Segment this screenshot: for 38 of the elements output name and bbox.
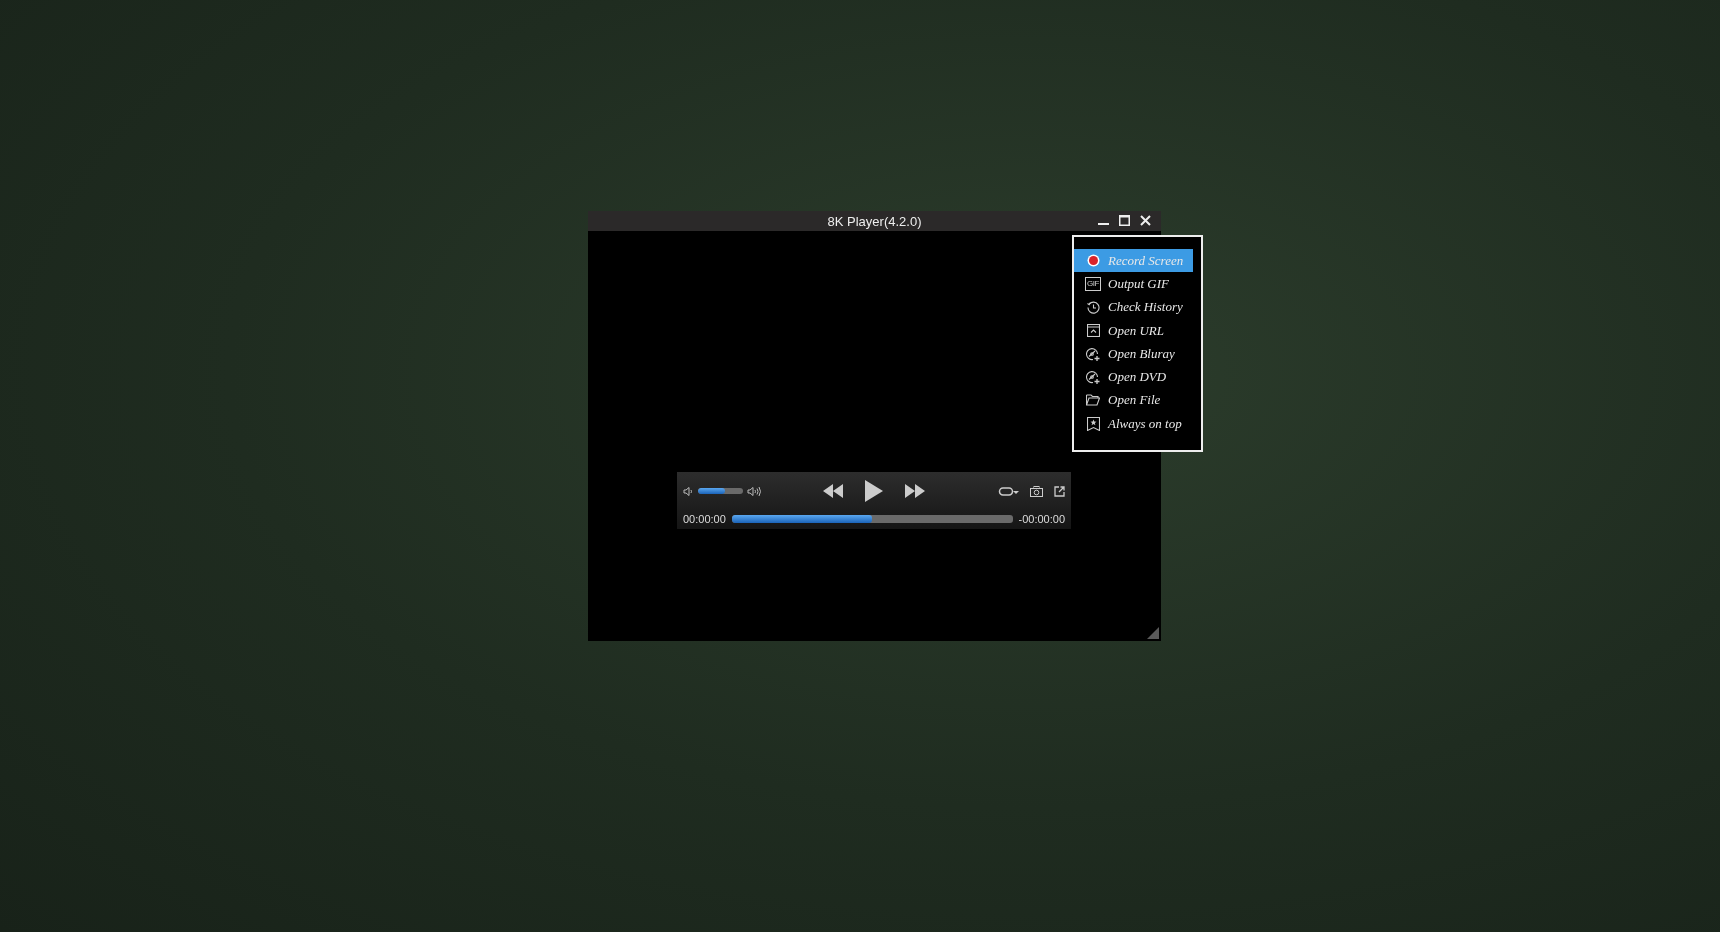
resize-grip-icon[interactable] [1147, 627, 1159, 639]
menu-item-label: Always on top [1108, 415, 1182, 432]
menu-item-label: Check History [1108, 299, 1183, 316]
loop-icon[interactable] [997, 485, 1019, 497]
record-icon [1086, 254, 1100, 268]
volume-high-icon[interactable] [747, 485, 763, 497]
menu-item[interactable]: Open File [1074, 388, 1193, 413]
disc-icon [1086, 370, 1100, 385]
menu-item[interactable]: Open URL [1074, 318, 1193, 343]
menu-item[interactable]: Check History [1074, 295, 1193, 319]
menu-item[interactable]: Open DVD [1074, 365, 1193, 389]
remaining-time: -00:00:00 [1018, 513, 1065, 525]
play-icon[interactable] [865, 480, 883, 502]
menu-item-label: Open Bluray [1108, 345, 1175, 362]
rewind-icon[interactable] [823, 484, 843, 498]
menu-item[interactable]: GIF Output GIF [1074, 272, 1193, 296]
menu-item-label: Open DVD [1108, 369, 1167, 386]
gif-icon: GIF [1085, 276, 1101, 291]
menu-item-label: Record Screen [1108, 252, 1184, 269]
camera-icon[interactable] [1030, 485, 1043, 497]
popout-icon[interactable] [1054, 485, 1065, 497]
menu-item-label: Open File [1108, 392, 1161, 409]
fast-forward-icon[interactable] [905, 484, 925, 498]
window-title: 8K Player(4.2.0) [827, 213, 922, 229]
menu-item[interactable]: Open Bluray [1074, 342, 1193, 366]
folder-icon [1086, 394, 1100, 407]
clock-icon [1086, 300, 1100, 314]
volume-low-icon[interactable] [683, 485, 694, 497]
disc-icon [1086, 346, 1100, 361]
menu-item-label: Open URL [1108, 322, 1164, 339]
maximize-icon[interactable] [1119, 215, 1130, 226]
volume-slider[interactable] [698, 488, 743, 494]
elapsed-time: 00:00:00 [683, 513, 726, 525]
bookmark-star-icon [1086, 416, 1100, 431]
menu-item[interactable]: Always on top [1074, 412, 1193, 436]
window-icon [1086, 324, 1100, 338]
close-icon[interactable] [1140, 215, 1151, 226]
menu-item-label: Output GIF [1108, 275, 1170, 292]
